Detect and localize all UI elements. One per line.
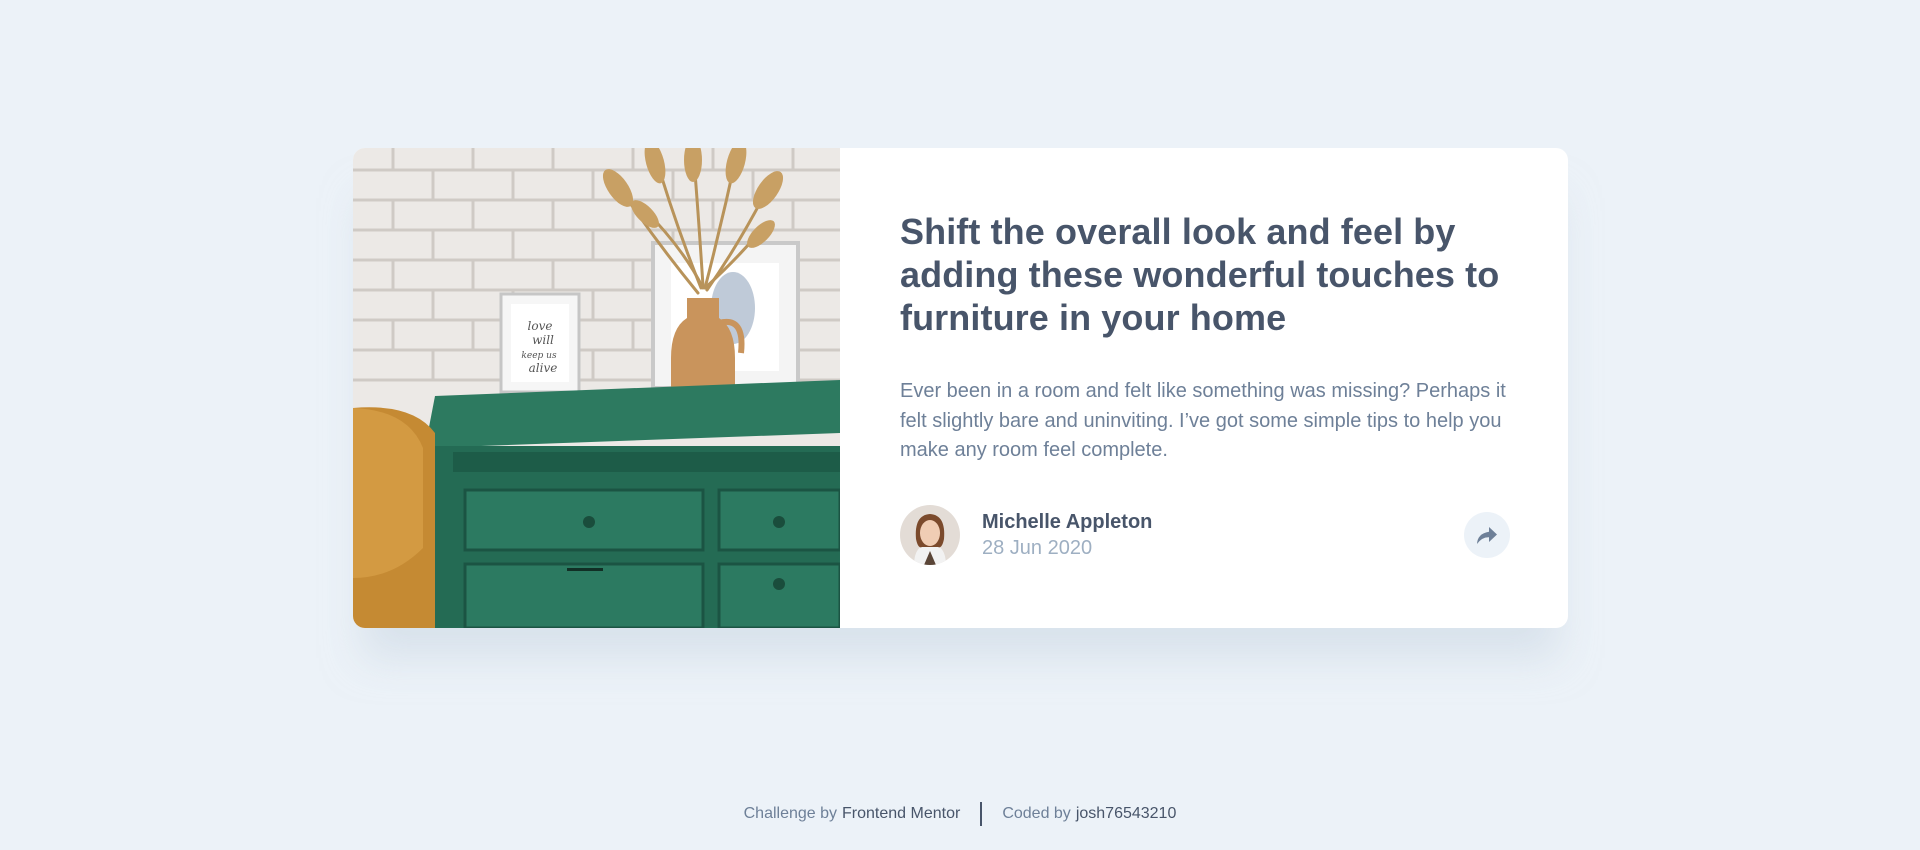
avatar [900,505,960,565]
frontend-mentor-link[interactable]: Frontend Mentor [842,805,960,823]
frame-text-line4: alive [529,361,558,375]
article-title: Shift the overall look and feel by addin… [900,211,1500,338]
author-name: Michelle Appleton [982,511,1153,533]
attribution-divider [980,802,983,826]
author-info: Michelle Appleton 28 Jun 2020 [982,509,1152,561]
coded-prefix: Coded by [1002,805,1071,822]
frame-text-line3: keep us [521,351,557,361]
author-block: Michelle Appleton 28 Jun 2020 [900,505,1152,565]
share-icon [1477,526,1497,544]
article-content: Shift the overall look and feel by addin… [840,148,1568,628]
challenge-prefix: Challenge by [743,805,838,822]
frame-text-line2: will [532,333,554,347]
article-image: love will keep us alive [353,148,840,628]
article-preview-card: love will keep us alive Shift the overal… [353,148,1568,628]
frame-text-line1: love [528,319,553,333]
share-button[interactable] [1464,512,1510,558]
drawers-illustration: love will keep us alive [353,148,840,628]
article-description: Ever been in a room and felt like someth… [900,380,1506,461]
publish-date: 28 Jun 2020 [982,537,1093,559]
attribution: Challenge by Frontend Mentor Coded by jo… [0,802,1920,826]
author-link[interactable]: josh76543210 [1076,805,1177,823]
